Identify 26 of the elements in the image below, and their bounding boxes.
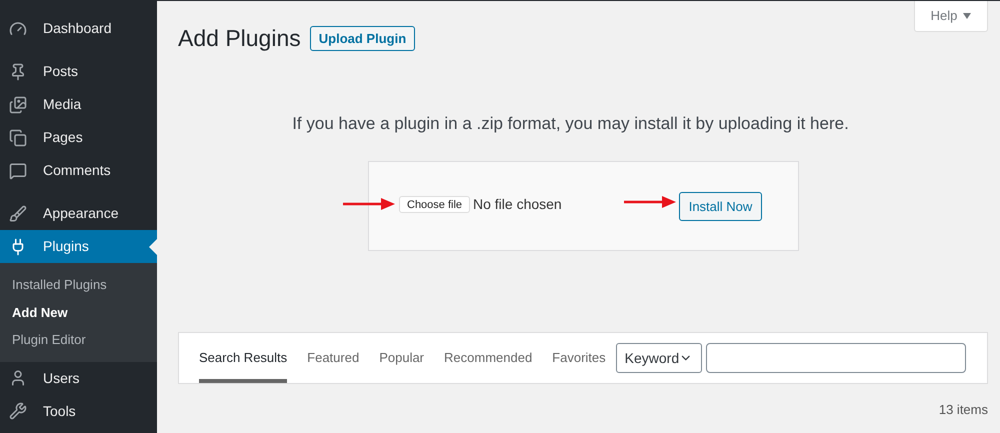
sidebar-item[interactable]: Appearance [0, 197, 157, 230]
sidebar-item[interactable]: Comments [0, 154, 157, 187]
search-type-select[interactable]: Keyword [616, 343, 702, 373]
upload-plugin-button[interactable]: Upload Plugin [310, 26, 416, 51]
sidebar-item[interactable]: Plugins [0, 230, 157, 263]
upload-instructions: If you have a plugin in a .zip format, you may install it by uploading it here. [291, 112, 850, 134]
sidebar-item[interactable]: Dashboard [0, 12, 157, 45]
filter-tab[interactable]: Search Results [199, 333, 288, 383]
submenu-item[interactable]: Plugin Editor [0, 326, 157, 354]
sidebar-item[interactable]: Posts [0, 55, 157, 88]
filter-tab[interactable]: Recommended [444, 333, 532, 383]
sidebar-item[interactable]: Media [0, 88, 157, 121]
filter-tab[interactable]: Favorites [552, 333, 606, 383]
submenu-item[interactable]: Installed Plugins [0, 271, 157, 298]
sidebar-item[interactable]: Users [0, 362, 157, 394]
help-button[interactable]: Help [914, 1, 988, 32]
sidebar-item[interactable]: Pages [0, 121, 157, 154]
page-title: Add Plugins [178, 24, 301, 53]
choose-file-button[interactable]: Choose file [399, 196, 470, 213]
submenu-item[interactable]: Add New [0, 298, 157, 326]
filter-tab[interactable]: Featured [307, 333, 360, 383]
item-count: 13 items [938, 401, 988, 419]
sidebar-item[interactable]: Tools [0, 394, 157, 428]
filter-tab[interactable]: Popular [379, 333, 424, 383]
file-status: No file chosen [473, 195, 562, 214]
install-now-button[interactable]: Install Now [679, 192, 762, 221]
